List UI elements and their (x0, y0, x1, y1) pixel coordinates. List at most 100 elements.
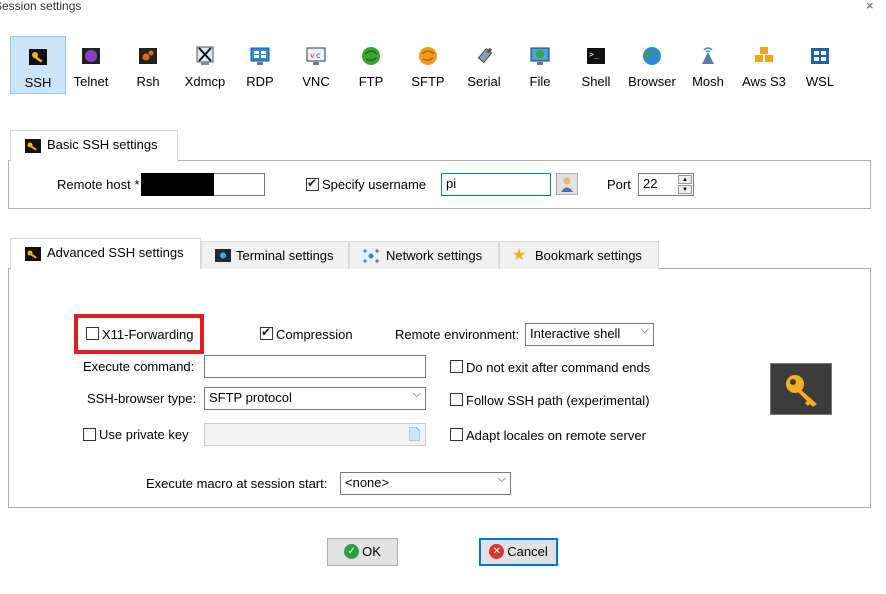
browser-icon (643, 47, 661, 65)
session-type-label: Mosh (692, 74, 724, 89)
macro-select[interactable]: <none> ⌵ (340, 472, 511, 495)
browser-type-value: SFTP protocol (209, 390, 292, 405)
xdmcp-icon (196, 46, 214, 65)
user-picker-button[interactable] (556, 173, 578, 195)
ssh-key-badge (770, 363, 832, 415)
shell-icon: >_ (587, 48, 605, 64)
close-button[interactable]: × (866, 0, 874, 13)
session-type-label: Telnet (73, 74, 109, 89)
session-type-telnet[interactable]: Telnet (63, 36, 119, 94)
execute-command-input[interactable] (204, 355, 426, 378)
vnc-icon: v c (306, 47, 326, 65)
session-type-label: Browser (628, 74, 676, 89)
tab-basic-ssh-settings[interactable]: Basic SSH settings (10, 130, 178, 161)
session-type-ssh[interactable]: SSH (10, 36, 66, 94)
mosh-icon (702, 47, 714, 64)
tab-bookmark-settings[interactable]: ★ Bookmark settings (499, 241, 659, 269)
window-title: Session settings (0, 0, 82, 13)
cancel-icon: ✕ (489, 544, 505, 560)
file-browse-icon[interactable] (409, 427, 420, 441)
session-type-sftp[interactable]: SFTP (400, 36, 456, 94)
session-type-rdp[interactable]: RDP (232, 36, 288, 94)
cancel-button[interactable]: ✕ Cancel (479, 538, 558, 566)
port-input[interactable]: 22 ▲ ▼ (638, 173, 694, 196)
chevron-down-icon: ⌵ (412, 388, 421, 400)
session-type-file[interactable]: File (512, 36, 568, 94)
compression-checkbox[interactable] (260, 325, 273, 340)
follow-ssh-path-label: Follow SSH path (experimental) (466, 393, 650, 408)
remote-host-label: Remote host * (57, 177, 140, 192)
session-type-aws-s3[interactable]: Aws S3 (736, 36, 792, 94)
tab-label: Basic SSH settings (47, 137, 158, 152)
file-icon (530, 47, 550, 65)
svg-text:c: c (316, 51, 320, 60)
specify-username-checkbox[interactable] (306, 176, 319, 191)
ssh-key-icon (25, 247, 41, 261)
rdp-icon (250, 47, 270, 65)
ssh-key-icon (29, 49, 47, 65)
ok-button[interactable]: ✓ OK (327, 538, 398, 566)
chevron-down-icon: ⌵ (497, 473, 506, 485)
session-type-browser[interactable]: Browser (624, 36, 680, 94)
sftp-icon (419, 47, 437, 65)
remote-environment-value: Interactive shell (530, 326, 621, 341)
session-type-label: RDP (246, 74, 274, 89)
specify-username-label: Specify username (322, 177, 427, 192)
session-type-label: Serial (467, 74, 501, 89)
session-type-label: WSL (805, 74, 835, 89)
session-type-label: Xdmcp (184, 74, 226, 89)
session-type-label: SFTP (411, 74, 445, 89)
use-private-key-checkbox[interactable] (83, 428, 96, 441)
macro-label: Execute macro at session start: (146, 476, 328, 491)
port-value: 22 (643, 176, 658, 191)
x11-forwarding-label: X11-Forwarding (102, 327, 194, 342)
browser-type-label: SSH-browser type: (87, 391, 197, 406)
tab-network-settings[interactable]: Network settings (349, 241, 499, 269)
compression-label: Compression (276, 327, 353, 342)
tab-label: Bookmark settings (535, 248, 642, 263)
chevron-down-icon: ⌵ (640, 324, 649, 336)
redacted-hostname (141, 173, 214, 196)
session-type-label: File (529, 74, 551, 89)
tab-terminal-settings[interactable]: Terminal settings (201, 241, 349, 269)
adapt-locales-checkbox[interactable] (450, 428, 463, 441)
tab-label: Advanced SSH settings (47, 245, 184, 260)
telnet-icon (82, 48, 100, 64)
session-type-mosh[interactable]: Mosh (680, 36, 736, 94)
user-icon (561, 177, 573, 192)
execute-command-label: Execute command: (83, 359, 195, 374)
remote-environment-select[interactable]: Interactive shell ⌵ (525, 323, 654, 346)
session-type-wsl[interactable]: WSL (792, 36, 848, 94)
adapt-locales-label: Adapt locales on remote server (466, 428, 646, 443)
username-input[interactable]: pi (441, 173, 551, 196)
session-type-ftp[interactable]: FTP (343, 36, 399, 94)
private-key-input (204, 423, 426, 446)
session-type-shell[interactable]: >_ Shell (568, 36, 624, 94)
follow-ssh-path-checkbox[interactable] (450, 393, 463, 406)
tab-advanced-ssh-settings[interactable]: Advanced SSH settings (10, 238, 201, 269)
wsl-icon (811, 48, 829, 64)
browser-type-select[interactable]: SFTP protocol ⌵ (204, 387, 426, 410)
remote-environment-label: Remote environment: (395, 327, 520, 342)
macro-value: <none> (345, 475, 390, 490)
aws-s3-icon (755, 47, 773, 62)
star-icon: ★ (512, 247, 527, 264)
do-not-exit-label: Do not exit after command ends (466, 360, 651, 375)
session-type-label: VNC (302, 74, 330, 89)
session-type-label: FTP (358, 74, 384, 89)
session-type-label: Aws S3 (742, 74, 786, 89)
check-icon: ✓ (344, 544, 360, 560)
session-type-serial[interactable]: Serial (456, 36, 512, 94)
session-type-label: SSH (24, 75, 52, 90)
port-up-arrow[interactable]: ▲ (678, 175, 692, 184)
do-not-exit-checkbox[interactable] (450, 360, 463, 373)
x11-forwarding-checkbox[interactable] (86, 327, 99, 340)
key-icon (786, 375, 817, 407)
session-type-rsh[interactable]: Rsh (120, 36, 176, 94)
session-type-vnc[interactable]: v c VNC (288, 36, 344, 94)
svg-text:v: v (310, 51, 315, 60)
session-type-xdmcp[interactable]: Xdmcp (177, 36, 233, 94)
port-down-arrow[interactable]: ▼ (678, 185, 692, 194)
tab-label: Network settings (386, 248, 483, 263)
use-private-key-label: Use private key (99, 427, 189, 442)
